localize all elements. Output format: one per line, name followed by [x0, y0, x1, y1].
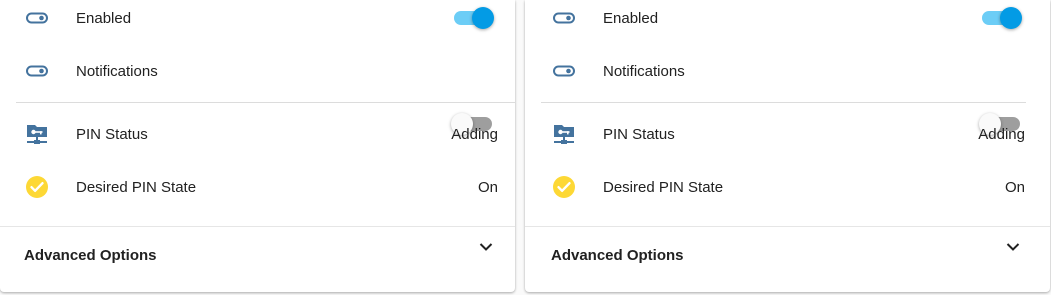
desired-pin-state-label: Desired PIN State: [76, 178, 197, 196]
advanced-options-expander[interactable]: Advanced Options: [525, 238, 1050, 274]
advanced-options-expander[interactable]: Advanced Options: [0, 238, 515, 274]
desired-pin-state-label: Desired PIN State: [603, 178, 724, 196]
advanced-options-label: Advanced Options: [24, 247, 157, 264]
toggle-switch-icon: [24, 5, 50, 31]
enabled-toggle[interactable]: [979, 6, 1023, 30]
divider: [525, 226, 1050, 227]
notifications-label: Notifications: [76, 62, 158, 80]
notifications-row: Notifications: [525, 53, 1050, 135]
pin-status-value: Adding: [978, 125, 1025, 143]
enabled-toggle[interactable]: [451, 6, 495, 30]
notifications-label: Notifications: [603, 62, 685, 80]
check-circle-icon: [24, 174, 50, 200]
toggle-switch-icon: [551, 5, 577, 31]
pin-status-label: PIN Status: [603, 125, 675, 143]
toggle-thumb: [1000, 7, 1022, 29]
advanced-options-label: Advanced Options: [551, 247, 684, 264]
lan-key-icon: [551, 121, 577, 147]
toggle-thumb: [472, 7, 494, 29]
desired-pin-state-row[interactable]: Desired PIN State On: [0, 169, 515, 205]
check-circle-icon: [551, 174, 577, 200]
pin-status-label: PIN Status: [76, 125, 148, 143]
enabled-label: Enabled: [603, 9, 659, 27]
lan-key-icon: [24, 121, 50, 147]
chevron-down-icon[interactable]: [477, 238, 495, 256]
notifications-row: Notifications: [0, 53, 515, 135]
enabled-label: Enabled: [76, 9, 132, 27]
toggle-switch-icon: [24, 58, 50, 84]
pin-status-value: Adding: [451, 125, 498, 143]
desired-pin-state-value: On: [1004, 178, 1025, 196]
pin-status-row[interactable]: PIN Status Adding: [0, 116, 515, 152]
toggle-switch-icon: [551, 58, 577, 84]
enabled-row: Enabled: [525, 0, 1050, 36]
stage: Enabled Notifications PIN Status Adding …: [0, 0, 1051, 295]
desired-pin-state-row[interactable]: Desired PIN State On: [525, 169, 1050, 205]
desired-pin-state-value: On: [477, 178, 498, 196]
enabled-row: Enabled: [0, 0, 515, 36]
entity-card: Enabled Notifications PIN Status Adding …: [0, 0, 515, 292]
divider: [0, 226, 515, 227]
chevron-down-icon[interactable]: [1004, 238, 1022, 256]
divider: [16, 102, 515, 103]
pin-status-row[interactable]: PIN Status Adding: [525, 116, 1050, 152]
entity-card: Enabled Notifications PIN Status Adding …: [525, 0, 1050, 292]
divider: [541, 102, 1026, 103]
